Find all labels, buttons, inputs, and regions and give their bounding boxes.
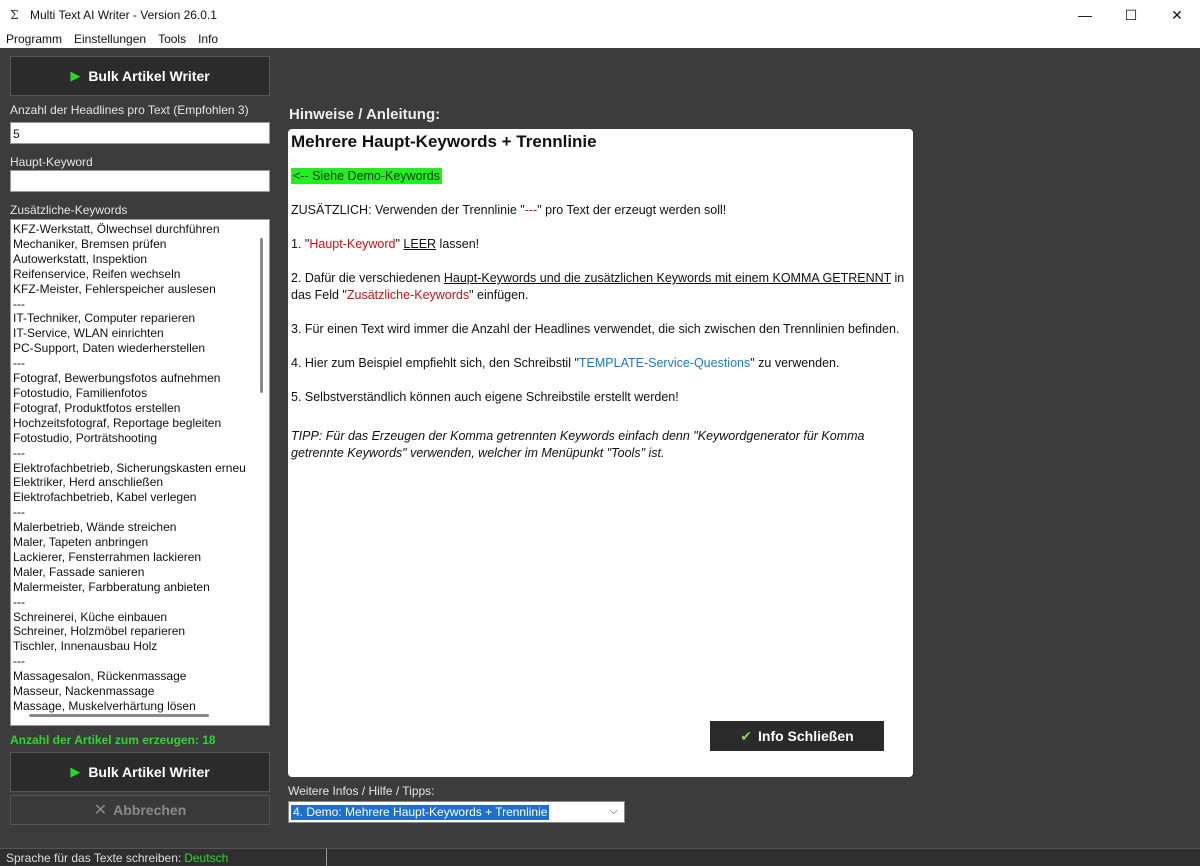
keyword-line: ---	[13, 594, 25, 609]
title-bar: Σ Multi Text AI Writer - Version 26.0.1 …	[0, 0, 1200, 30]
info-paragraph-1: 1. "Haupt-Keyword" LEER lassen!	[291, 237, 480, 251]
status-bar: Sprache für das Texte schreiben: Deutsch	[0, 848, 1200, 866]
keyword-line: Schreiner, Holzmöbel reparieren	[13, 624, 186, 639]
keyword-list: KFZ-Werkstatt, Ölwechsel durchführen Mech…	[13, 222, 253, 714]
menu-bar: Programm Einstellungen Tools Info	[0, 30, 1200, 48]
info-close-button[interactable]: ✔ Info Schließen	[710, 721, 884, 751]
info-paragraph-2: 2. Dafür die verschiedenen Haupt-Keyword…	[291, 271, 905, 302]
status-language-value: Deutsch	[184, 850, 229, 865]
bulk-writer-bottom-button[interactable]: ▶ Bulk Artikel Writer	[10, 752, 270, 792]
keyword-line: Schreinerei, Küche einbauen	[13, 609, 168, 624]
keyword-line: IT-Techniker, Computer reparieren	[13, 311, 196, 326]
bulk-writer-top-label: Bulk Artikel Writer	[88, 68, 210, 84]
keyword-line: KFZ-Meister, Fehlerspeicher auslesen	[13, 281, 216, 296]
more-info-label: Weitere Infos / Hilfe / Tipps:	[288, 784, 435, 798]
info-heading: Mehrere Haupt-Keywords + Trennlinie	[291, 132, 597, 151]
keyword-line: Maler, Tapeten anbringen	[13, 535, 149, 550]
info-paragraph-4: 4. Hier zum Beispiel empfiehlt sich, den…	[291, 356, 840, 370]
horizontal-scrollbar[interactable]	[29, 714, 209, 717]
maximize-icon[interactable]: ☐	[1108, 0, 1154, 30]
info-paragraph-0: ZUSÄTZLICH: Verwenden der Trennlinie "--…	[291, 203, 727, 217]
keyword-line: Elektrofachbetrieb, Kabel verlegen	[13, 490, 197, 505]
menu-info[interactable]: Info	[192, 30, 224, 48]
haupt-keyword-label: Haupt-Keyword	[10, 155, 93, 169]
keyword-line: Masseur, Nackenmassage	[13, 684, 155, 699]
info-close-label: Info Schließen	[758, 728, 854, 744]
window-controls: — ☐ ✕	[1062, 0, 1200, 30]
keyword-line: Massage, Muskelverhärtung lösen	[13, 699, 196, 713]
haupt-keyword-input[interactable]	[10, 170, 270, 192]
zusatz-keywords-textarea[interactable]: KFZ-Werkstatt, Ölwechsel durchführen Mech…	[10, 219, 270, 726]
keyword-line: Lackierer, Fensterrahmen lackieren	[13, 549, 202, 564]
menu-programm[interactable]: Programm	[0, 30, 68, 48]
menu-einstellungen[interactable]: Einstellungen	[68, 30, 152, 48]
info-panel: Mehrere Haupt-Keywords + Trennlinie <-- …	[288, 129, 913, 777]
menu-tools[interactable]: Tools	[152, 30, 192, 48]
info-tip: TIPP: Für das Erzeugen der Komma getrenn…	[291, 429, 865, 460]
demo-keywords-link[interactable]: <-- Siehe Demo-Keywords	[291, 168, 442, 184]
cancel-label: Abbrechen	[113, 802, 187, 818]
headlines-label: Anzahl der Headlines pro Text (Empfohlen…	[10, 103, 249, 117]
keyword-line: Elektrofachbetrieb, Sicherungskasten ern…	[13, 460, 246, 475]
keyword-line: Fotograf, Bewerbungsfotos aufnehmen	[13, 371, 221, 386]
keyword-line: ---	[13, 356, 25, 371]
cancel-button[interactable]: ✕ Abbrechen	[10, 795, 270, 825]
zusatz-keywords-label: Zusätzliche-Keywords	[10, 203, 128, 217]
keyword-line: Fotograf, Produktfotos erstellen	[13, 400, 181, 415]
keyword-line: Fotostudio, Familienfotos	[13, 385, 148, 400]
article-count: Anzahl der Artikel zum erzeugen: 18	[10, 733, 216, 747]
keyword-line: Maler, Fassade sanieren	[13, 564, 145, 579]
minimize-icon[interactable]: —	[1062, 0, 1108, 30]
keyword-line: Tischler, Innenausbau Holz	[13, 639, 158, 654]
window-title: Multi Text AI Writer - Version 26.0.1	[30, 8, 217, 22]
close-icon[interactable]: ✕	[1154, 0, 1200, 30]
section-title: Hinweise / Anleitung:	[289, 106, 441, 123]
keyword-line: Fotostudio, Porträtshooting	[13, 430, 158, 445]
play-icon: ▶	[70, 764, 81, 779]
x-icon: ✕	[93, 802, 108, 819]
keyword-line: Malerbetrieb, Wände streichen	[13, 520, 177, 535]
left-panel: ▶ Bulk Artikel Writer Anzahl der Headlin…	[0, 48, 280, 848]
keyword-line: Elektriker, Herd anschließen	[13, 475, 164, 490]
keyword-line: ---	[13, 445, 25, 460]
keyword-line: KFZ-Werkstatt, Ölwechsel durchführen	[13, 222, 220, 236]
info-paragraph-3: 3. Für einen Text wird immer die Anzahl …	[291, 322, 900, 336]
vertical-scrollbar[interactable]	[260, 238, 263, 393]
info-paragraph-5: 5. Selbstverständlich können auch eigene…	[291, 390, 679, 404]
status-separator	[326, 849, 327, 866]
keyword-line: Autowerkstatt, Inspektion	[13, 251, 148, 266]
chevron-down-icon[interactable]: ⌵	[610, 805, 618, 818]
keyword-line: Malermeister, Farbberatung anbieten	[13, 579, 210, 594]
keyword-line: Reifenservice, Reifen wechseln	[13, 266, 181, 281]
help-topic-selected: 4. Demo: Mehrere Haupt-Keywords + Trennl…	[291, 804, 550, 820]
play-icon: ▶	[70, 68, 81, 83]
keyword-line: Hochzeitsfotograf, Reportage begleiten	[13, 415, 222, 430]
keyword-line: IT-Service, WLAN einrichten	[13, 326, 164, 341]
keyword-line: Mechaniker, Bremsen prüfen	[13, 236, 167, 251]
help-topic-select[interactable]: 4. Demo: Mehrere Haupt-Keywords + Trennl…	[288, 801, 625, 823]
keyword-line: ---	[13, 505, 25, 520]
bulk-writer-top-button[interactable]: ▶ Bulk Artikel Writer	[10, 56, 270, 96]
keyword-line: Massagesalon, Rückenmassage	[13, 669, 187, 684]
keyword-line: ---	[13, 296, 25, 311]
headlines-input[interactable]: 5	[10, 122, 270, 144]
keyword-line: ---	[13, 654, 25, 669]
check-icon: ✔	[740, 727, 753, 744]
bulk-writer-bottom-label: Bulk Artikel Writer	[88, 764, 210, 780]
keyword-line: PC-Support, Daten wiederherstellen	[13, 341, 206, 356]
status-language-label: Sprache für das Texte schreiben:	[6, 850, 182, 865]
app-icon: Σ	[10, 8, 19, 22]
